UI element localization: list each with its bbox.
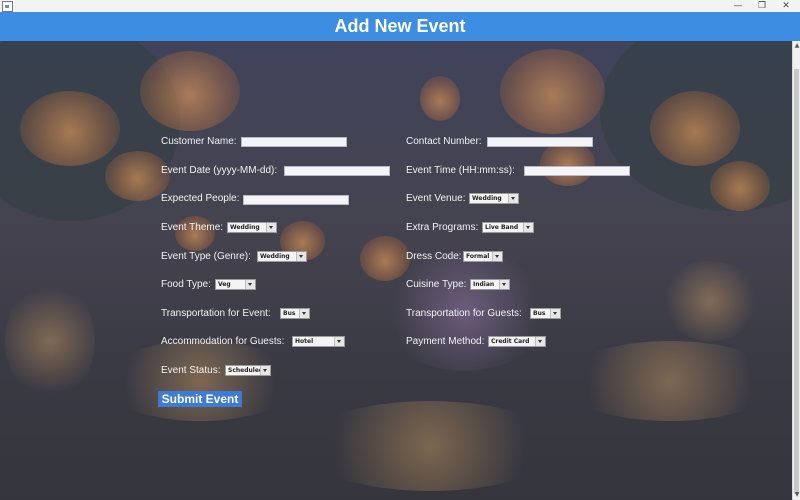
event-time-input[interactable] xyxy=(524,166,630,176)
event-type-value: Wedding xyxy=(260,253,290,260)
event-status-value: Scheduled xyxy=(228,367,264,374)
dress-code-label: Dress Code: xyxy=(406,251,462,262)
chevron-down-icon xyxy=(492,252,502,261)
app-icon xyxy=(2,1,13,12)
chevron-down-icon xyxy=(535,337,545,346)
event-theme-label: Event Theme: xyxy=(161,222,224,233)
expected-people-label: Expected People: xyxy=(161,193,240,204)
chevron-down-icon xyxy=(245,280,255,289)
event-theme-value: Wedding xyxy=(230,224,260,231)
event-date-label: Event Date (yyyy-MM-dd): xyxy=(161,165,278,176)
scroll-up-icon[interactable]: ▲ xyxy=(793,41,800,51)
minimize-button[interactable]: — xyxy=(726,0,750,12)
scroll-thumb[interactable] xyxy=(794,69,799,494)
event-theme-select[interactable]: Wedding xyxy=(227,222,277,233)
chevron-down-icon xyxy=(523,223,533,232)
page-header: Add New Event xyxy=(0,12,800,41)
transport-event-value: Bus xyxy=(283,310,296,317)
event-venue-value: Wedding xyxy=(472,195,502,202)
transport-event-label: Transportation for Event: xyxy=(161,308,271,319)
food-type-select[interactable]: Veg xyxy=(215,279,256,290)
accommodation-select[interactable]: Hotel xyxy=(292,336,345,347)
chevron-down-icon xyxy=(296,252,306,261)
expected-people-input[interactable] xyxy=(243,195,349,205)
event-type-select[interactable]: Wedding xyxy=(257,251,307,262)
chevron-down-icon xyxy=(499,280,509,289)
accommodation-value: Hotel xyxy=(295,338,314,345)
extra-programs-value: Live Band xyxy=(485,224,519,231)
chevron-down-icon xyxy=(299,309,309,318)
chevron-down-icon xyxy=(550,309,560,318)
event-date-input[interactable] xyxy=(284,166,390,176)
cuisine-type-value: Indian xyxy=(473,281,495,288)
event-status-select[interactable]: Scheduled xyxy=(225,365,271,376)
transport-guests-value: Bus xyxy=(533,310,546,317)
extra-programs-label: Extra Programs: xyxy=(406,222,479,233)
restore-button[interactable]: ❐ xyxy=(750,0,774,12)
dress-code-value: Formal xyxy=(466,253,490,260)
customer-name-input[interactable] xyxy=(241,137,347,147)
cuisine-type-select[interactable]: Indian xyxy=(470,279,510,290)
event-status-label: Event Status: xyxy=(161,365,221,376)
chevron-down-icon xyxy=(260,366,270,375)
chevron-down-icon xyxy=(508,194,518,203)
event-type-label: Event Type (Genre): xyxy=(161,251,251,262)
scroll-down-icon[interactable]: ▼ xyxy=(793,490,800,500)
payment-method-label: Payment Method: xyxy=(406,336,485,347)
contact-number-label: Contact Number: xyxy=(406,136,482,147)
contact-number-input[interactable] xyxy=(487,137,593,147)
page-title: Add New Event xyxy=(334,16,466,36)
transport-guests-label: Transportation for Guests: xyxy=(406,308,522,319)
vertical-scrollbar[interactable]: ▲ ▼ xyxy=(792,41,800,500)
food-type-label: Food Type: xyxy=(161,279,211,290)
extra-programs-select[interactable]: Live Band xyxy=(482,222,534,233)
payment-method-value: Credit Card xyxy=(491,338,530,345)
dress-code-select[interactable]: Formal xyxy=(463,251,503,262)
chevron-down-icon xyxy=(334,337,344,346)
background-image xyxy=(0,41,792,500)
chevron-down-icon xyxy=(266,223,276,232)
customer-name-label: Customer Name: xyxy=(161,136,237,147)
event-venue-label: Event Venue: xyxy=(406,193,466,204)
event-time-label: Event Time (HH:mm:ss): xyxy=(406,165,515,176)
cuisine-type-label: Cuisine Type: xyxy=(406,279,467,290)
event-venue-select[interactable]: Wedding xyxy=(469,193,519,204)
submit-event-button[interactable]: Submit Event xyxy=(158,391,242,407)
close-button[interactable]: ✕ xyxy=(774,0,798,12)
transport-guests-select[interactable]: Bus xyxy=(530,308,561,319)
accommodation-label: Accommodation for Guests: xyxy=(161,336,285,347)
payment-method-select[interactable]: Credit Card xyxy=(488,336,546,347)
transport-event-select[interactable]: Bus xyxy=(280,308,310,319)
food-type-value: Veg xyxy=(218,281,231,288)
